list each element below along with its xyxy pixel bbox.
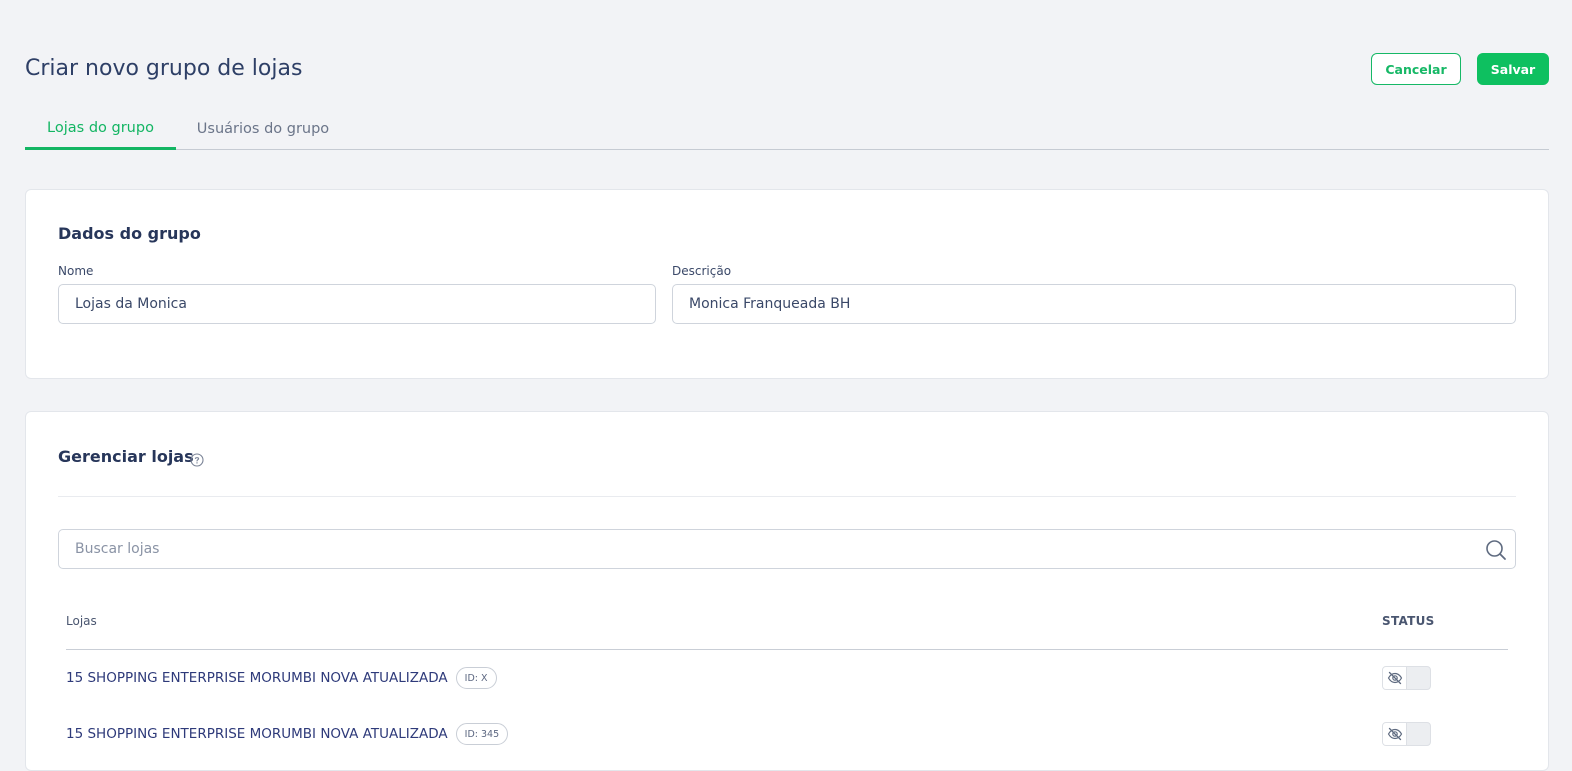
- description-field[interactable]: Monica Franqueada BH: [672, 284, 1516, 324]
- name-label: Nome: [58, 264, 94, 278]
- search-input[interactable]: [59, 530, 1459, 568]
- manage-stores-title: Gerenciar lojas: [58, 447, 194, 466]
- toggle-knob: [1383, 723, 1407, 745]
- stores-table-header: Lojas STATUS: [66, 612, 1508, 650]
- page-title: Criar novo grupo de lojas: [25, 56, 303, 81]
- save-button[interactable]: Salvar: [1477, 53, 1549, 85]
- eye-off-icon: [1387, 671, 1402, 685]
- page-header: Criar novo grupo de lojas Cancelar Salva…: [25, 53, 1549, 96]
- column-header-lojas: Lojas: [66, 614, 97, 628]
- tab-lojas-do-grupo[interactable]: Lojas do grupo: [25, 108, 176, 150]
- tab-usuarios-do-grupo[interactable]: Usuários do grupo: [185, 108, 341, 150]
- table-row: 15 SHOPPING ENTERPRISE MORUMBI NOVA ATUA…: [66, 650, 1508, 706]
- search-box: [58, 529, 1516, 569]
- store-name-text: 15 SHOPPING ENTERPRISE MORUMBI NOVA ATUA…: [66, 726, 448, 742]
- cancel-button[interactable]: Cancelar: [1371, 53, 1461, 85]
- store-name-text: 15 SHOPPING ENTERPRISE MORUMBI NOVA ATUA…: [66, 670, 448, 686]
- description-label: Descrição: [672, 264, 732, 278]
- status-toggle[interactable]: [1382, 722, 1431, 746]
- page: Criar novo grupo de lojas Cancelar Salva…: [4, 53, 1572, 771]
- store-name: 15 SHOPPING ENTERPRISE MORUMBI NOVA ATUA…: [66, 650, 497, 706]
- toggle-knob: [1383, 667, 1407, 689]
- search-icon[interactable]: [1485, 539, 1507, 561]
- store-id-badge: ID: 345: [455, 723, 509, 745]
- table-row: 15 SHOPPING ENTERPRISE MORUMBI NOVA ATUA…: [66, 706, 1508, 762]
- tab-bar: Lojas do grupo Usuários do grupo: [25, 108, 1549, 150]
- section-divider: [58, 496, 1516, 497]
- store-id-badge: ID: X: [455, 667, 497, 689]
- group-data-card: Dados do grupo Nome Lojas da Monica Desc…: [25, 189, 1549, 379]
- group-data-title: Dados do grupo: [58, 224, 201, 243]
- eye-off-icon: [1387, 727, 1402, 741]
- question-circle-icon[interactable]: [190, 453, 204, 467]
- column-header-status: STATUS: [1382, 614, 1435, 628]
- status-toggle[interactable]: [1382, 666, 1431, 690]
- manage-stores-card: Gerenciar lojas Lojas STATUS 15 SHOPPING…: [25, 411, 1549, 771]
- store-name: 15 SHOPPING ENTERPRISE MORUMBI NOVA ATUA…: [66, 706, 509, 762]
- name-field[interactable]: Lojas da Monica: [58, 284, 656, 324]
